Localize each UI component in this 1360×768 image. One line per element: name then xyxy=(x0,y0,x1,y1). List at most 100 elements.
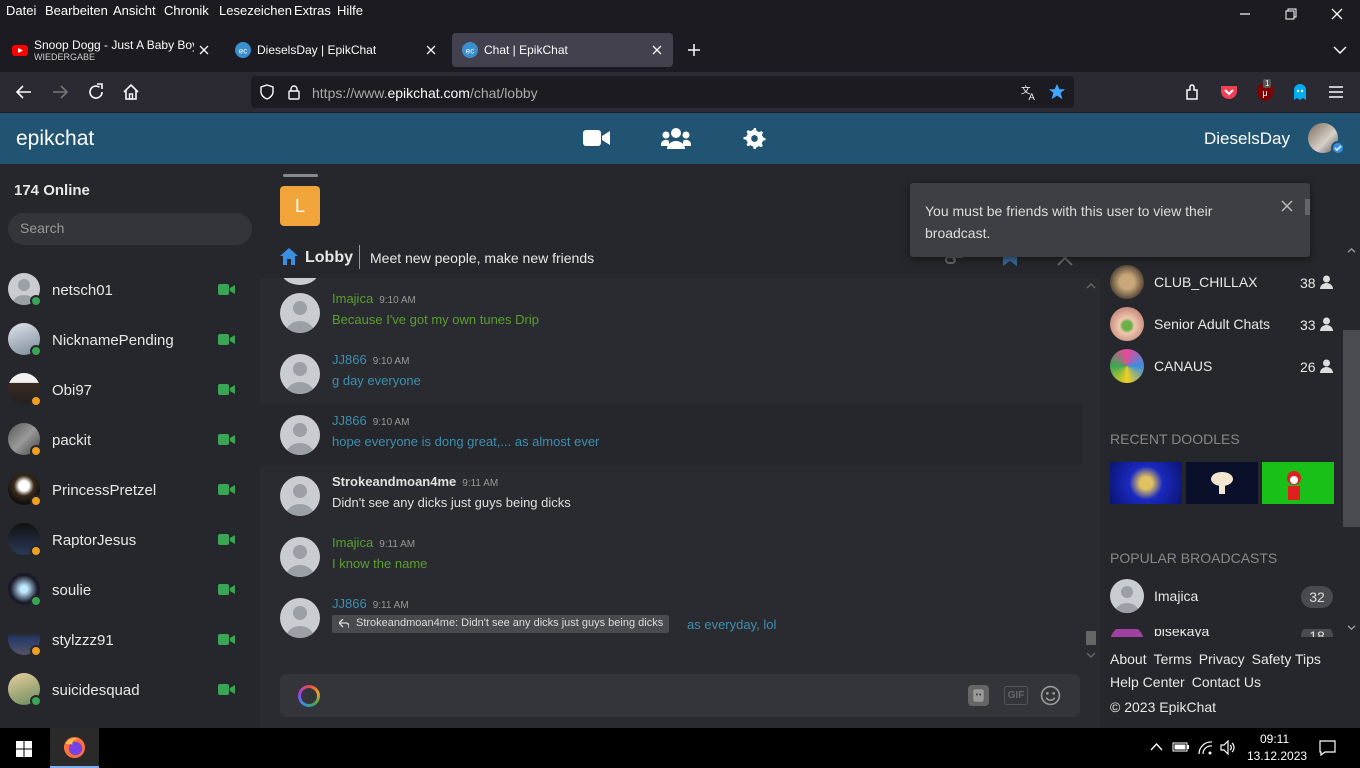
wifi-icon[interactable] xyxy=(1197,740,1214,755)
emoji-icon[interactable] xyxy=(1040,685,1061,706)
extensions-icon[interactable] xyxy=(1182,82,1202,102)
doodle-thumbnail[interactable] xyxy=(1186,462,1258,504)
broadcasting-camera-icon[interactable] xyxy=(218,334,235,345)
user-list-item[interactable]: PrincessPretzel xyxy=(0,465,260,515)
message-scrollbar[interactable] xyxy=(1086,282,1096,662)
battery-icon[interactable] xyxy=(1172,740,1190,754)
message-author[interactable]: JJ866 9:11 AM xyxy=(332,596,409,611)
menu-datei[interactable]: Datei xyxy=(6,3,36,18)
minimize-icon[interactable] xyxy=(1237,6,1253,22)
broadcast-list-item-partial[interactable]: bisekaya 18 xyxy=(1110,629,1340,637)
epikchat-logo[interactable]: epikchat xyxy=(16,127,94,151)
app-header: epikchat DieselsDay xyxy=(0,113,1360,164)
show-hidden-icons[interactable] xyxy=(1150,742,1163,752)
broadcasting-camera-icon[interactable] xyxy=(218,484,235,495)
doodle-thumbnail[interactable] xyxy=(1110,462,1182,504)
menu-chronik[interactable]: Chronik xyxy=(164,3,209,18)
sticker-icon[interactable] xyxy=(968,685,989,706)
reply-quote[interactable]: Strokeandmoan4me: Didn't see any dicks j… xyxy=(332,615,670,633)
user-search-box[interactable] xyxy=(8,213,252,245)
close-toast-icon[interactable] xyxy=(1281,200,1293,212)
footer-link-help-center[interactable]: Help Center xyxy=(1110,674,1185,690)
tab-dieselsday[interactable]: ec DieselsDay | EpikChat xyxy=(225,33,447,67)
tab-youtube[interactable]: Snoop Dogg - Just A Baby Boy WIEDERGABE xyxy=(2,33,220,67)
volume-icon[interactable] xyxy=(1220,740,1236,755)
broadcasting-camera-icon[interactable] xyxy=(218,584,235,595)
close-window-icon[interactable] xyxy=(1329,6,1345,22)
broadcasting-camera-icon[interactable] xyxy=(218,384,235,395)
hamburger-menu-icon[interactable] xyxy=(1326,82,1346,102)
broadcasting-camera-icon[interactable] xyxy=(218,634,235,645)
users-icon[interactable] xyxy=(661,127,691,149)
user-list-item[interactable]: Obi97 xyxy=(0,365,260,415)
broadcasting-camera-icon[interactable] xyxy=(218,534,235,545)
scrollbar-thumb[interactable] xyxy=(1343,330,1360,527)
color-picker-icon[interactable] xyxy=(298,685,320,707)
footer-link-safety-tips[interactable]: Safety Tips xyxy=(1252,651,1321,667)
gif-button[interactable]: GIF xyxy=(1004,686,1028,705)
room-name: CANAUS xyxy=(1154,358,1213,374)
drag-handle[interactable] xyxy=(283,174,318,177)
user-list-item[interactable]: suicidesquad xyxy=(0,665,260,715)
room-list-item[interactable]: Senior Adult Chats 33 xyxy=(1110,303,1340,343)
room-list-item[interactable]: CANAUS 26 xyxy=(1110,345,1340,385)
current-username[interactable]: DieselsDay xyxy=(1204,129,1290,149)
message-author[interactable]: JJ866 9:10 AM xyxy=(332,413,409,428)
close-tab-icon[interactable] xyxy=(423,42,439,58)
translate-icon[interactable]: 文A xyxy=(1021,84,1038,101)
pocket-icon[interactable] xyxy=(1219,82,1239,102)
user-list-item[interactable]: soulie xyxy=(0,565,260,615)
broadcasting-camera-icon[interactable] xyxy=(218,684,235,695)
clock-time[interactable]: 09:11 xyxy=(1260,732,1289,746)
menu-ansicht[interactable]: Ansicht xyxy=(113,3,156,18)
firefox-taskbar-button[interactable] xyxy=(50,728,99,768)
footer-link-terms[interactable]: Terms xyxy=(1154,651,1192,667)
room-list-item[interactable]: CLUB_CHILLAX 38 xyxy=(1110,261,1340,301)
list-tabs-icon[interactable] xyxy=(1332,42,1348,58)
footer-link-about[interactable]: About xyxy=(1110,651,1147,667)
user-list-item[interactable]: RaptorJesus xyxy=(0,515,260,565)
tracking-shield-icon[interactable] xyxy=(259,84,275,100)
menu-lesezeichen[interactable]: Lesezeichen xyxy=(219,3,292,18)
url-bar[interactable]: https://www.epikchat.com/chat/lobby 文A xyxy=(251,76,1074,108)
user-list-item[interactable]: stylzzz91 xyxy=(0,615,260,665)
video-camera-icon[interactable] xyxy=(583,128,610,148)
ghostery-icon[interactable] xyxy=(1290,82,1310,102)
forward-icon[interactable] xyxy=(50,82,70,102)
broadcasting-camera-icon[interactable] xyxy=(218,284,235,295)
user-list-item[interactable]: packit xyxy=(0,415,260,465)
clock-date[interactable]: 13.12.2023 xyxy=(1247,749,1307,763)
user-list-item[interactable]: NicknamePending xyxy=(0,315,260,365)
lock-icon[interactable] xyxy=(286,84,302,100)
doodle-thumbnail[interactable] xyxy=(1262,462,1334,504)
menu-bearbeiten[interactable]: Bearbeiten xyxy=(45,3,108,18)
tab-chat[interactable]: ec Chat | EpikChat xyxy=(452,33,673,67)
scrollbar-thumb[interactable] xyxy=(1086,631,1096,645)
windows-start-icon[interactable] xyxy=(16,741,32,757)
notifications-icon[interactable] xyxy=(1319,740,1336,756)
user-list-item[interactable]: netsch01 xyxy=(0,265,260,315)
menu-extras[interactable]: Extras xyxy=(294,3,331,18)
svg-text:ec: ec xyxy=(239,47,247,56)
message-composer[interactable]: GIF xyxy=(280,674,1080,717)
new-tab-icon[interactable] xyxy=(686,42,702,58)
message-author[interactable]: Imajica 9:10 AM xyxy=(332,291,416,306)
message-author[interactable]: Strokeandmoan4me 9:11 AM xyxy=(332,474,498,489)
broadcast-list-item[interactable]: Imajica 32 xyxy=(1110,575,1340,615)
reload-icon[interactable] xyxy=(86,82,106,102)
close-tab-icon[interactable] xyxy=(196,42,212,58)
message-author[interactable]: JJ866 9:10 AM xyxy=(332,352,409,367)
footer-link-privacy[interactable]: Privacy xyxy=(1199,651,1245,667)
message-author[interactable]: Imajica 9:11 AM xyxy=(332,535,415,550)
restore-icon[interactable] xyxy=(1283,6,1299,22)
bookmark-star-icon[interactable] xyxy=(1048,83,1066,101)
back-icon[interactable] xyxy=(14,82,34,102)
home-icon[interactable] xyxy=(121,82,141,102)
close-tab-icon[interactable] xyxy=(649,42,665,58)
menu-hilfe[interactable]: Hilfe xyxy=(337,3,363,18)
rooms-scrollbar[interactable] xyxy=(1343,244,1360,639)
footer-link-contact-us[interactable]: Contact Us xyxy=(1192,674,1261,690)
settings-gear-icon[interactable] xyxy=(743,127,766,150)
broadcasting-camera-icon[interactable] xyxy=(218,434,235,445)
user-search-input[interactable] xyxy=(20,220,240,236)
